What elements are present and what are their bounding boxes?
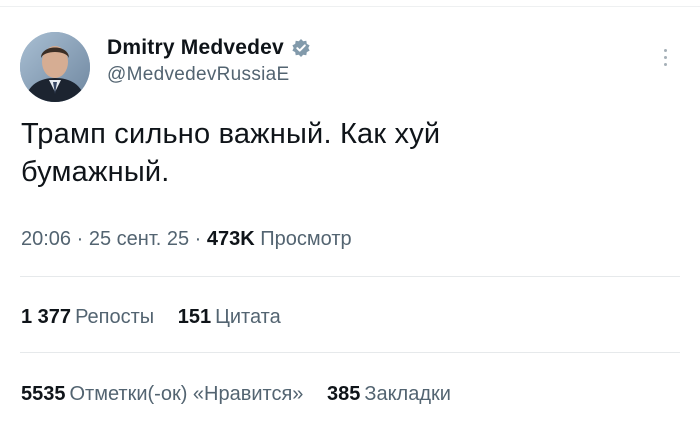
tweet-time[interactable]: 20:06	[21, 228, 71, 250]
bookmarks-count: 385	[326, 383, 361, 405]
author-name-row: Dmitry Medvedev	[107, 34, 311, 62]
likes-label: Отметки(-ок) «Нравится»	[69, 383, 304, 405]
top-divider	[0, 0, 700, 7]
meta-separator: ·	[189, 228, 207, 250]
meta-separator: ·	[71, 228, 89, 250]
stats-row-likes: 5535 Отметки(-ок) «Нравится» 385 Закладки	[21, 383, 469, 406]
more-dot	[663, 48, 667, 52]
bookmarks-stat[interactable]: 385 Закладки	[327, 383, 451, 406]
more-options-icon[interactable]	[652, 42, 678, 72]
stats-row-reposts: 1 377 Репосты 151 Цитата	[21, 306, 299, 329]
divider	[20, 276, 680, 277]
quotes-count: 151	[177, 306, 212, 328]
likes-count: 5535	[21, 383, 66, 405]
author-display-name[interactable]: Dmitry Medvedev	[107, 36, 284, 60]
avatar-image	[20, 32, 90, 102]
tweet-text-line-2: бумажный.	[21, 156, 170, 188]
tweet-text-line-1: Трамп сильно важный. Как хуй	[21, 118, 441, 150]
quotes-stat[interactable]: 151 Цитата	[178, 306, 281, 329]
author-info: Dmitry Medvedev @MedvedevRussiaE	[107, 34, 311, 86]
likes-stat[interactable]: 5535 Отметки(-ок) «Нравится»	[21, 383, 303, 406]
author-avatar[interactable]	[20, 32, 90, 102]
quotes-label: Цитата	[215, 306, 281, 328]
tweet-text: Трамп сильно важный. Как хуй бумажный.	[21, 115, 661, 191]
views-label[interactable]: Просмотр	[260, 228, 351, 250]
reposts-stat[interactable]: 1 377 Репосты	[21, 306, 154, 329]
bookmarks-label: Закладки	[364, 383, 451, 405]
reposts-count: 1 377	[21, 306, 72, 328]
reposts-label: Репосты	[75, 306, 155, 328]
verified-badge-icon	[291, 38, 311, 58]
more-dot	[663, 55, 667, 59]
author-handle[interactable]: @MedvedevRussiaE	[107, 64, 311, 86]
views-count[interactable]: 473K	[207, 228, 255, 250]
tweet-meta: 20:06 · 25 сент. 25 · 473K Просмотр	[21, 228, 352, 251]
tweet-date[interactable]: 25 сент. 25	[89, 228, 189, 250]
more-dot	[663, 62, 667, 66]
divider	[20, 352, 680, 353]
